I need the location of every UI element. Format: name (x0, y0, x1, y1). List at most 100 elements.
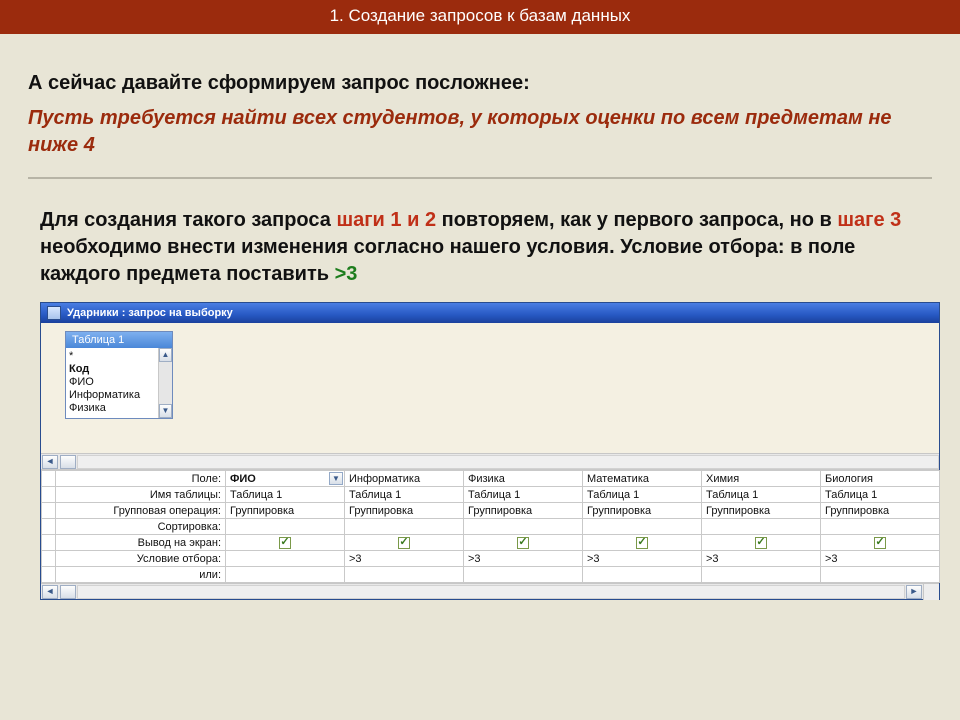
grid-row-table: Имя таблицы: Таблица 1 Таблица 1 Таблица… (42, 487, 940, 503)
table-cell[interactable]: Таблица 1 (583, 487, 702, 503)
scroll-left-icon[interactable]: ◄ (42, 455, 58, 469)
group-cell[interactable]: Группировка (821, 503, 940, 519)
field-cell[interactable]: Математика (583, 471, 702, 487)
table-box[interactable]: Таблица 1 * Код ФИО Информатика Физика ▲… (65, 331, 173, 419)
row-selector[interactable] (42, 519, 56, 535)
table-box-title[interactable]: Таблица 1 (66, 332, 172, 348)
or-cell[interactable] (345, 567, 464, 583)
sort-cell[interactable] (702, 519, 821, 535)
grid-row-criteria: Условие отбора: >3 >3 >3 >3 >3 (42, 551, 940, 567)
or-cell[interactable] (464, 567, 583, 583)
or-cell[interactable] (226, 567, 345, 583)
row-selector[interactable] (42, 535, 56, 551)
upper-hscrollbar[interactable]: ◄ (41, 453, 939, 469)
table-cell[interactable]: Таблица 1 (702, 487, 821, 503)
criteria-cell[interactable] (226, 551, 345, 567)
table-cell[interactable]: Таблица 1 (226, 487, 345, 503)
row-label: Поле: (56, 471, 226, 487)
relationships-pane[interactable]: Таблица 1 * Код ФИО Информатика Физика ▲… (41, 323, 939, 453)
instr-part: необходимо внести изменения согласно наш… (40, 236, 855, 285)
show-cell[interactable]: ✓ (226, 535, 345, 551)
intro-text: А сейчас давайте сформируем запрос посло… (28, 72, 932, 95)
or-cell[interactable] (821, 567, 940, 583)
group-cell[interactable]: Группировка (345, 503, 464, 519)
window-title: Ударники : запрос на выборку (67, 307, 233, 319)
scroll-up-icon[interactable]: ▲ (159, 348, 172, 362)
window-titlebar[interactable]: Ударники : запрос на выборку (41, 303, 939, 323)
show-cell[interactable]: ✓ (821, 535, 940, 551)
field-cell[interactable]: Физика (464, 471, 583, 487)
table-cell[interactable]: Таблица 1 (345, 487, 464, 503)
sort-cell[interactable] (583, 519, 702, 535)
checkbox-icon: ✓ (398, 537, 410, 549)
checkbox-icon: ✓ (636, 537, 648, 549)
field-item[interactable]: Информатика (69, 389, 155, 402)
field-list[interactable]: * Код ФИО Информатика Физика (66, 348, 158, 418)
grid-hscrollbar[interactable]: ◄ ► (41, 583, 939, 599)
criteria-cell[interactable]: >3 (821, 551, 940, 567)
field-item[interactable]: Физика (69, 402, 155, 415)
show-cell[interactable]: ✓ (583, 535, 702, 551)
field-cell[interactable]: Химия (702, 471, 821, 487)
field-cell[interactable]: Информатика (345, 471, 464, 487)
row-selector[interactable] (42, 567, 56, 583)
grid-row-or: или: (42, 567, 940, 583)
field-cell[interactable]: ФИО▼ (226, 471, 345, 487)
field-item[interactable]: ФИО (69, 376, 155, 389)
scroll-right-icon[interactable]: ► (906, 585, 922, 599)
sort-cell[interactable] (821, 519, 940, 535)
checkbox-icon: ✓ (517, 537, 529, 549)
field-item[interactable]: * (69, 350, 155, 363)
group-cell[interactable]: Группировка (226, 503, 345, 519)
sort-cell[interactable] (345, 519, 464, 535)
step-3: шаге 3 (837, 209, 901, 231)
criteria-cell[interactable]: >3 (464, 551, 583, 567)
instr-part: Для создания такого запроса (40, 209, 336, 231)
qbe-grid[interactable]: Поле: ФИО▼ Информатика Физика Математика… (41, 470, 940, 583)
show-cell[interactable]: ✓ (464, 535, 583, 551)
scroll-left-icon[interactable]: ◄ (42, 585, 58, 599)
grid-row-show: Вывод на экран: ✓ ✓ ✓ ✓ ✓ ✓ (42, 535, 940, 551)
sort-cell[interactable] (464, 519, 583, 535)
criteria-cell[interactable]: >3 (345, 551, 464, 567)
checkbox-icon: ✓ (874, 537, 886, 549)
row-selector[interactable] (42, 551, 56, 567)
scroll-corner (923, 584, 939, 600)
field-cell[interactable]: Биология (821, 471, 940, 487)
group-cell[interactable]: Группировка (583, 503, 702, 519)
criteria-cell[interactable]: >3 (702, 551, 821, 567)
row-selector[interactable] (42, 471, 56, 487)
row-label: Вывод на экран: (56, 535, 226, 551)
group-cell[interactable]: Группировка (464, 503, 583, 519)
row-label: Групповая операция: (56, 503, 226, 519)
table-scrollbar[interactable]: ▲ ▼ (158, 348, 172, 418)
criteria-cell[interactable]: >3 (583, 551, 702, 567)
checkbox-icon: ✓ (755, 537, 767, 549)
or-cell[interactable] (702, 567, 821, 583)
row-label: Условие отбора: (56, 551, 226, 567)
slide-header: 1. Создание запросов к базам данных (0, 0, 960, 34)
scroll-thumb[interactable] (60, 455, 76, 469)
or-cell[interactable] (583, 567, 702, 583)
row-selector[interactable] (42, 503, 56, 519)
row-label: или: (56, 567, 226, 583)
app-icon (47, 306, 61, 320)
row-label: Имя таблицы: (56, 487, 226, 503)
row-selector[interactable] (42, 487, 56, 503)
access-window: Ударники : запрос на выборку Таблица 1 *… (40, 302, 940, 600)
table-cell[interactable]: Таблица 1 (464, 487, 583, 503)
instr-part: повторяем, как у первого запроса, но в (436, 209, 837, 231)
row-label: Сортировка: (56, 519, 226, 535)
steps-1-2: шаги 1 и 2 (336, 209, 436, 231)
checkbox-icon: ✓ (279, 537, 291, 549)
table-cell[interactable]: Таблица 1 (821, 487, 940, 503)
scroll-thumb[interactable] (60, 585, 76, 599)
group-cell[interactable]: Группировка (702, 503, 821, 519)
instruction-text: Для создания такого запроса шаги 1 и 2 п… (28, 207, 932, 302)
show-cell[interactable]: ✓ (345, 535, 464, 551)
sort-cell[interactable] (226, 519, 345, 535)
dropdown-icon[interactable]: ▼ (329, 472, 343, 485)
field-item[interactable]: Код (69, 363, 155, 376)
scroll-down-icon[interactable]: ▼ (159, 404, 172, 418)
show-cell[interactable]: ✓ (702, 535, 821, 551)
